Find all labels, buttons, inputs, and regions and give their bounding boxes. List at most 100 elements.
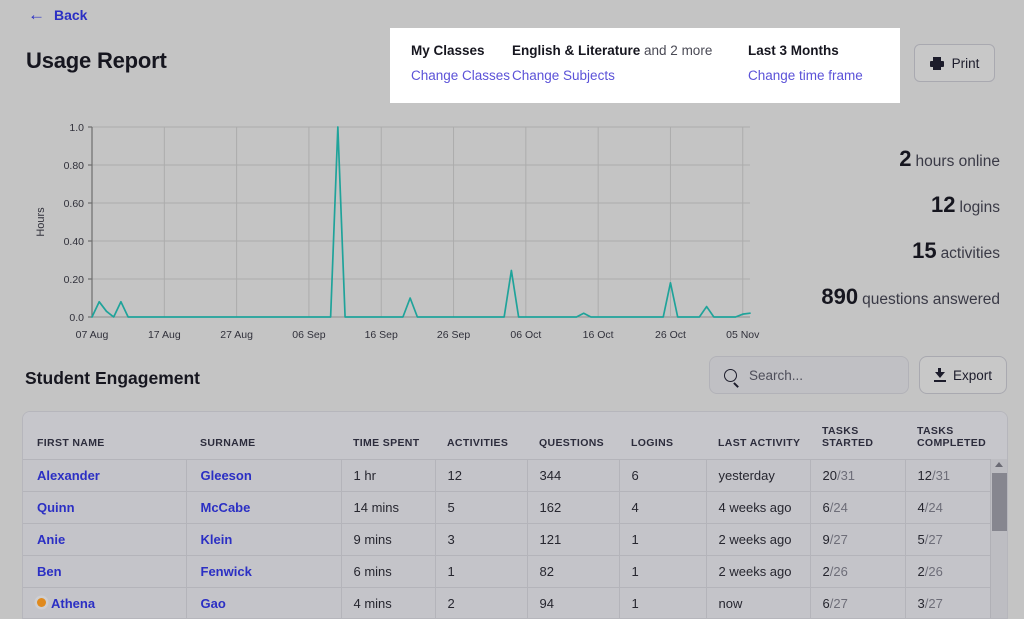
search-box[interactable] [709, 356, 909, 394]
stat-item: 12 logins [750, 192, 1000, 218]
chart-y-tick-label: 0.60 [64, 198, 85, 210]
search-icon [724, 368, 737, 382]
change-subjects-link[interactable]: Change Subjects [512, 67, 748, 84]
stat-item: 2 hours online [750, 146, 1000, 172]
filter-bar: My Classes Change Classes English & Lite… [390, 28, 900, 103]
stat-label: logins [959, 199, 1001, 216]
cell-logins: 6 [619, 458, 707, 491]
column-header-surname[interactable]: SURNAME [186, 412, 341, 459]
cell-surname[interactable]: Klein [186, 522, 342, 555]
cell-questions: 82 [527, 554, 620, 587]
engagement-section-title: Student Engagement [25, 368, 201, 388]
table-head: FIRST NAME SURNAME TIME SPENT ACTIVITIES… [23, 412, 1007, 459]
column-header-logins[interactable]: LOGINS [619, 412, 706, 459]
engagement-table: FIRST NAME SURNAME TIME SPENT ACTIVITIES… [23, 412, 1007, 618]
table-row[interactable]: Quinn McCabe 14 mins 5 162 4 4 weeks ago 6/24 4/… [23, 490, 1007, 523]
export-button[interactable]: Export [919, 356, 1007, 394]
cell-last-activity: 2 weeks ago [706, 554, 811, 587]
stat-label: questions answered [862, 291, 1000, 308]
column-header-activities[interactable]: ACTIVITIES [435, 412, 527, 459]
cell-logins: 1 [619, 586, 707, 618]
chart-x-tick-label: 27 Aug [220, 329, 253, 341]
cell-tasks-started: 20/31 [810, 458, 906, 491]
stat-label: hours online [915, 153, 1000, 170]
table-row[interactable]: Athena Gao 4 mins 2 94 1 now 6/27 3/27 [23, 586, 1007, 618]
cell-time-spent: 9 mins [341, 522, 436, 555]
stat-value: 890 [821, 284, 859, 309]
cell-logins: 4 [619, 490, 707, 523]
cell-questions: 344 [527, 458, 620, 491]
cell-questions: 94 [527, 586, 620, 618]
stat-value: 12 [931, 192, 956, 217]
chart-y-tick-label: 1.0 [69, 122, 84, 134]
cell-time-spent: 14 mins [341, 490, 436, 523]
cell-first-name[interactable]: Athena [23, 586, 187, 618]
column-header-tasks-completed[interactable]: TASKS COMPLETED [905, 412, 1007, 459]
cell-time-spent: 1 hr [341, 458, 436, 491]
filter-group-classes: My Classes Change Classes [390, 28, 512, 84]
change-timeframe-link[interactable]: Change time frame [748, 67, 863, 84]
filter-group-subjects: English & Literature and 2 more Change S… [512, 28, 748, 84]
chart-x-tick-label: 06 Oct [510, 329, 541, 341]
export-label: Export [952, 367, 993, 383]
cell-last-activity: 2 weeks ago [706, 522, 811, 555]
column-header-first-name[interactable]: FIRST NAME [23, 412, 186, 459]
cell-surname[interactable]: Gleeson [186, 458, 342, 491]
column-header-questions[interactable]: QUESTIONS [527, 412, 619, 459]
cell-activities: 2 [435, 586, 528, 618]
cell-questions: 162 [527, 490, 620, 523]
usage-chart: 0.0 0.20 0.40 0.60 0.80 1.0 07 Aug 17 Aug 27 Aug… [0, 110, 790, 345]
stat-item: 15 activities [750, 238, 1000, 264]
cell-surname[interactable]: Gao [186, 586, 342, 618]
chart-y-tick-label: 0.40 [64, 236, 85, 248]
chart-x-tick-label: 05 Nov [726, 329, 760, 341]
chart-x-tick-label: 26 Sep [437, 329, 470, 341]
cell-surname[interactable]: Fenwick [186, 554, 342, 587]
online-status-dot [37, 597, 46, 607]
cell-activities: 1 [435, 554, 528, 587]
print-button[interactable]: Print [914, 44, 995, 82]
column-header-last-activity[interactable]: LAST ACTIVITY [706, 412, 810, 459]
scroll-up-arrow-icon[interactable] [995, 462, 1003, 467]
printer-icon [929, 56, 944, 70]
stat-value: 15 [912, 238, 937, 263]
table-row[interactable]: Alexander Gleeson 1 hr 12 344 6 yesterday 20/31… [23, 458, 1007, 491]
table-vertical-scrollbar[interactable] [990, 459, 1007, 618]
chart-x-tick-label: 06 Sep [292, 329, 325, 341]
stat-value: 2 [899, 146, 912, 171]
chart-x-tick-label: 17 Aug [148, 329, 181, 341]
cell-first-name[interactable]: Quinn [23, 490, 187, 523]
cell-first-name[interactable]: Ben [23, 554, 187, 587]
table-row[interactable]: Ben Fenwick 6 mins 1 82 1 2 weeks ago 2/26 2/26 [23, 554, 1007, 587]
change-classes-link[interactable]: Change Classes [411, 67, 512, 84]
cell-first-name[interactable]: Alexander [23, 458, 187, 491]
cell-time-spent: 6 mins [341, 554, 436, 587]
filter-timeframe-title: Last 3 Months [748, 43, 839, 58]
cell-last-activity: 4 weeks ago [706, 490, 811, 523]
filter-group-timeframe: Last 3 Months Change time frame [748, 28, 863, 84]
cell-last-activity: now [706, 586, 811, 618]
cell-activities: 3 [435, 522, 528, 555]
page-title: Usage Report [26, 48, 167, 73]
table-row[interactable]: Anie Klein 9 mins 3 121 1 2 weeks ago 9/27 5/27 [23, 522, 1007, 555]
search-input[interactable] [747, 366, 887, 384]
column-header-time-spent[interactable]: TIME SPENT [341, 412, 435, 459]
download-icon [933, 368, 946, 382]
chart-y-axis-label: Hours [35, 207, 47, 237]
back-link[interactable]: ← Back [28, 6, 87, 23]
column-header-tasks-started[interactable]: TASKS STARTED [810, 412, 905, 459]
back-label: Back [54, 6, 88, 23]
cell-logins: 1 [619, 554, 707, 587]
chart-y-tick-label: 0.0 [69, 312, 84, 324]
cell-surname[interactable]: McCabe [186, 490, 342, 523]
chart-series-line [91, 126, 751, 318]
chart-y-tick-label: 0.20 [64, 274, 85, 286]
cell-tasks-started: 6/24 [810, 490, 906, 523]
filter-classes-title: My Classes [411, 43, 485, 58]
summary-stats: 2 hours online 12 logins 15 activities 890 q… [750, 146, 1000, 330]
scrollbar-thumb[interactable] [992, 473, 1007, 531]
cell-first-name[interactable]: Anie [23, 522, 187, 555]
usage-chart-svg: 0.0 0.20 0.40 0.60 0.80 1.0 07 Aug 17 Aug 27 Aug… [35, 122, 760, 341]
print-label: Print [951, 55, 980, 71]
table-body: Alexander Gleeson 1 hr 12 344 6 yesterday 20/31… [23, 458, 1007, 618]
